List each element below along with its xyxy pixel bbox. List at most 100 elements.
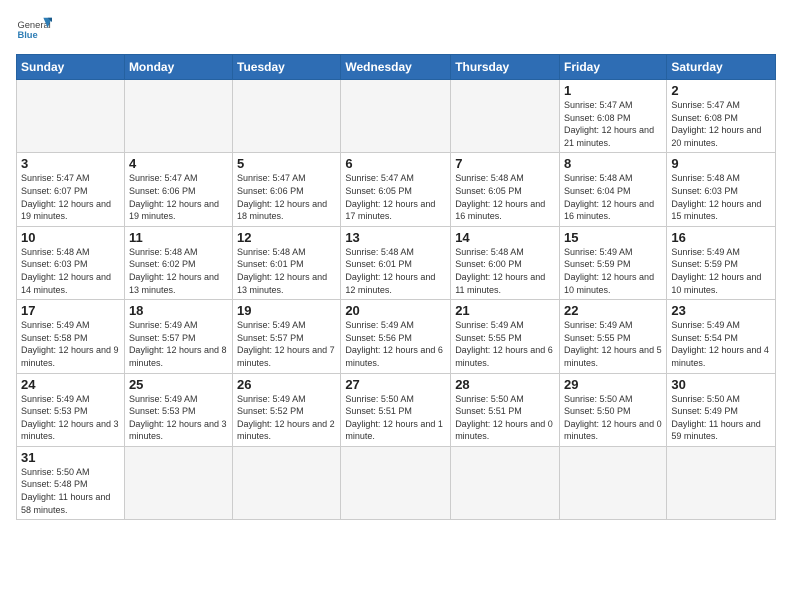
- weekday-header-row: SundayMondayTuesdayWednesdayThursdayFrid…: [17, 55, 776, 80]
- day-info: Sunrise: 5:49 AM Sunset: 5:53 PM Dayligh…: [21, 393, 120, 443]
- day-info: Sunrise: 5:48 AM Sunset: 6:03 PM Dayligh…: [671, 172, 771, 222]
- day-number: 7: [455, 156, 555, 171]
- day-info: Sunrise: 5:49 AM Sunset: 5:57 PM Dayligh…: [237, 319, 336, 369]
- day-info: Sunrise: 5:49 AM Sunset: 5:53 PM Dayligh…: [129, 393, 228, 443]
- calendar-cell: [341, 80, 451, 153]
- day-info: Sunrise: 5:50 AM Sunset: 5:48 PM Dayligh…: [21, 466, 120, 516]
- day-number: 5: [237, 156, 336, 171]
- day-info: Sunrise: 5:50 AM Sunset: 5:51 PM Dayligh…: [345, 393, 446, 443]
- calendar-week-5: 31Sunrise: 5:50 AM Sunset: 5:48 PM Dayli…: [17, 446, 776, 519]
- calendar-cell: 16Sunrise: 5:49 AM Sunset: 5:59 PM Dayli…: [667, 226, 776, 299]
- day-number: 28: [455, 377, 555, 392]
- calendar-cell: 13Sunrise: 5:48 AM Sunset: 6:01 PM Dayli…: [341, 226, 451, 299]
- calendar-cell: 30Sunrise: 5:50 AM Sunset: 5:49 PM Dayli…: [667, 373, 776, 446]
- weekday-friday: Friday: [560, 55, 667, 80]
- day-number: 24: [21, 377, 120, 392]
- calendar-cell: 23Sunrise: 5:49 AM Sunset: 5:54 PM Dayli…: [667, 300, 776, 373]
- day-number: 10: [21, 230, 120, 245]
- day-number: 31: [21, 450, 120, 465]
- day-info: Sunrise: 5:47 AM Sunset: 6:06 PM Dayligh…: [129, 172, 228, 222]
- day-info: Sunrise: 5:47 AM Sunset: 6:06 PM Dayligh…: [237, 172, 336, 222]
- calendar-cell: 5Sunrise: 5:47 AM Sunset: 6:06 PM Daylig…: [233, 153, 341, 226]
- calendar-cell: 14Sunrise: 5:48 AM Sunset: 6:00 PM Dayli…: [451, 226, 560, 299]
- day-info: Sunrise: 5:49 AM Sunset: 5:57 PM Dayligh…: [129, 319, 228, 369]
- day-number: 1: [564, 83, 662, 98]
- calendar-week-3: 17Sunrise: 5:49 AM Sunset: 5:58 PM Dayli…: [17, 300, 776, 373]
- calendar-cell: [17, 80, 125, 153]
- day-info: Sunrise: 5:47 AM Sunset: 6:08 PM Dayligh…: [564, 99, 662, 149]
- calendar-cell: 31Sunrise: 5:50 AM Sunset: 5:48 PM Dayli…: [17, 446, 125, 519]
- day-number: 29: [564, 377, 662, 392]
- calendar-cell: 15Sunrise: 5:49 AM Sunset: 5:59 PM Dayli…: [560, 226, 667, 299]
- day-number: 26: [237, 377, 336, 392]
- calendar-cell: [124, 446, 232, 519]
- day-number: 15: [564, 230, 662, 245]
- calendar-cell: [451, 446, 560, 519]
- day-number: 25: [129, 377, 228, 392]
- calendar-cell: 9Sunrise: 5:48 AM Sunset: 6:03 PM Daylig…: [667, 153, 776, 226]
- calendar-cell: [233, 446, 341, 519]
- weekday-wednesday: Wednesday: [341, 55, 451, 80]
- day-number: 30: [671, 377, 771, 392]
- day-info: Sunrise: 5:49 AM Sunset: 5:55 PM Dayligh…: [455, 319, 555, 369]
- calendar-cell: 24Sunrise: 5:49 AM Sunset: 5:53 PM Dayli…: [17, 373, 125, 446]
- day-info: Sunrise: 5:48 AM Sunset: 6:03 PM Dayligh…: [21, 246, 120, 296]
- weekday-thursday: Thursday: [451, 55, 560, 80]
- page: General Blue SundayMondayTuesdayWednesda…: [0, 0, 792, 528]
- day-number: 12: [237, 230, 336, 245]
- calendar-cell: 6Sunrise: 5:47 AM Sunset: 6:05 PM Daylig…: [341, 153, 451, 226]
- calendar-cell: 20Sunrise: 5:49 AM Sunset: 5:56 PM Dayli…: [341, 300, 451, 373]
- day-info: Sunrise: 5:48 AM Sunset: 6:00 PM Dayligh…: [455, 246, 555, 296]
- day-number: 14: [455, 230, 555, 245]
- calendar-cell: [560, 446, 667, 519]
- day-number: 3: [21, 156, 120, 171]
- day-number: 18: [129, 303, 228, 318]
- calendar-cell: 22Sunrise: 5:49 AM Sunset: 5:55 PM Dayli…: [560, 300, 667, 373]
- day-number: 16: [671, 230, 771, 245]
- day-info: Sunrise: 5:50 AM Sunset: 5:50 PM Dayligh…: [564, 393, 662, 443]
- calendar-cell: 12Sunrise: 5:48 AM Sunset: 6:01 PM Dayli…: [233, 226, 341, 299]
- day-info: Sunrise: 5:47 AM Sunset: 6:05 PM Dayligh…: [345, 172, 446, 222]
- day-info: Sunrise: 5:49 AM Sunset: 5:59 PM Dayligh…: [671, 246, 771, 296]
- day-number: 20: [345, 303, 446, 318]
- day-info: Sunrise: 5:49 AM Sunset: 5:58 PM Dayligh…: [21, 319, 120, 369]
- day-number: 17: [21, 303, 120, 318]
- day-info: Sunrise: 5:48 AM Sunset: 6:05 PM Dayligh…: [455, 172, 555, 222]
- calendar-cell: [124, 80, 232, 153]
- day-number: 19: [237, 303, 336, 318]
- calendar-cell: 1Sunrise: 5:47 AM Sunset: 6:08 PM Daylig…: [560, 80, 667, 153]
- day-info: Sunrise: 5:50 AM Sunset: 5:51 PM Dayligh…: [455, 393, 555, 443]
- weekday-sunday: Sunday: [17, 55, 125, 80]
- day-number: 22: [564, 303, 662, 318]
- day-number: 6: [345, 156, 446, 171]
- day-info: Sunrise: 5:47 AM Sunset: 6:08 PM Dayligh…: [671, 99, 771, 149]
- logo: General Blue: [16, 12, 52, 48]
- calendar-cell: 18Sunrise: 5:49 AM Sunset: 5:57 PM Dayli…: [124, 300, 232, 373]
- calendar-cell: 19Sunrise: 5:49 AM Sunset: 5:57 PM Dayli…: [233, 300, 341, 373]
- calendar-cell: 8Sunrise: 5:48 AM Sunset: 6:04 PM Daylig…: [560, 153, 667, 226]
- day-number: 11: [129, 230, 228, 245]
- calendar-cell: 25Sunrise: 5:49 AM Sunset: 5:53 PM Dayli…: [124, 373, 232, 446]
- day-info: Sunrise: 5:48 AM Sunset: 6:02 PM Dayligh…: [129, 246, 228, 296]
- calendar-cell: 10Sunrise: 5:48 AM Sunset: 6:03 PM Dayli…: [17, 226, 125, 299]
- calendar-cell: 26Sunrise: 5:49 AM Sunset: 5:52 PM Dayli…: [233, 373, 341, 446]
- day-number: 23: [671, 303, 771, 318]
- calendar-cell: [233, 80, 341, 153]
- day-number: 13: [345, 230, 446, 245]
- weekday-monday: Monday: [124, 55, 232, 80]
- calendar-week-1: 3Sunrise: 5:47 AM Sunset: 6:07 PM Daylig…: [17, 153, 776, 226]
- calendar-week-2: 10Sunrise: 5:48 AM Sunset: 6:03 PM Dayli…: [17, 226, 776, 299]
- day-info: Sunrise: 5:47 AM Sunset: 6:07 PM Dayligh…: [21, 172, 120, 222]
- calendar-cell: 21Sunrise: 5:49 AM Sunset: 5:55 PM Dayli…: [451, 300, 560, 373]
- day-info: Sunrise: 5:48 AM Sunset: 6:04 PM Dayligh…: [564, 172, 662, 222]
- calendar-cell: 2Sunrise: 5:47 AM Sunset: 6:08 PM Daylig…: [667, 80, 776, 153]
- day-number: 8: [564, 156, 662, 171]
- day-number: 21: [455, 303, 555, 318]
- calendar-cell: 17Sunrise: 5:49 AM Sunset: 5:58 PM Dayli…: [17, 300, 125, 373]
- day-number: 9: [671, 156, 771, 171]
- calendar-cell: [341, 446, 451, 519]
- day-info: Sunrise: 5:49 AM Sunset: 5:54 PM Dayligh…: [671, 319, 771, 369]
- day-info: Sunrise: 5:49 AM Sunset: 5:52 PM Dayligh…: [237, 393, 336, 443]
- calendar-cell: 27Sunrise: 5:50 AM Sunset: 5:51 PM Dayli…: [341, 373, 451, 446]
- weekday-saturday: Saturday: [667, 55, 776, 80]
